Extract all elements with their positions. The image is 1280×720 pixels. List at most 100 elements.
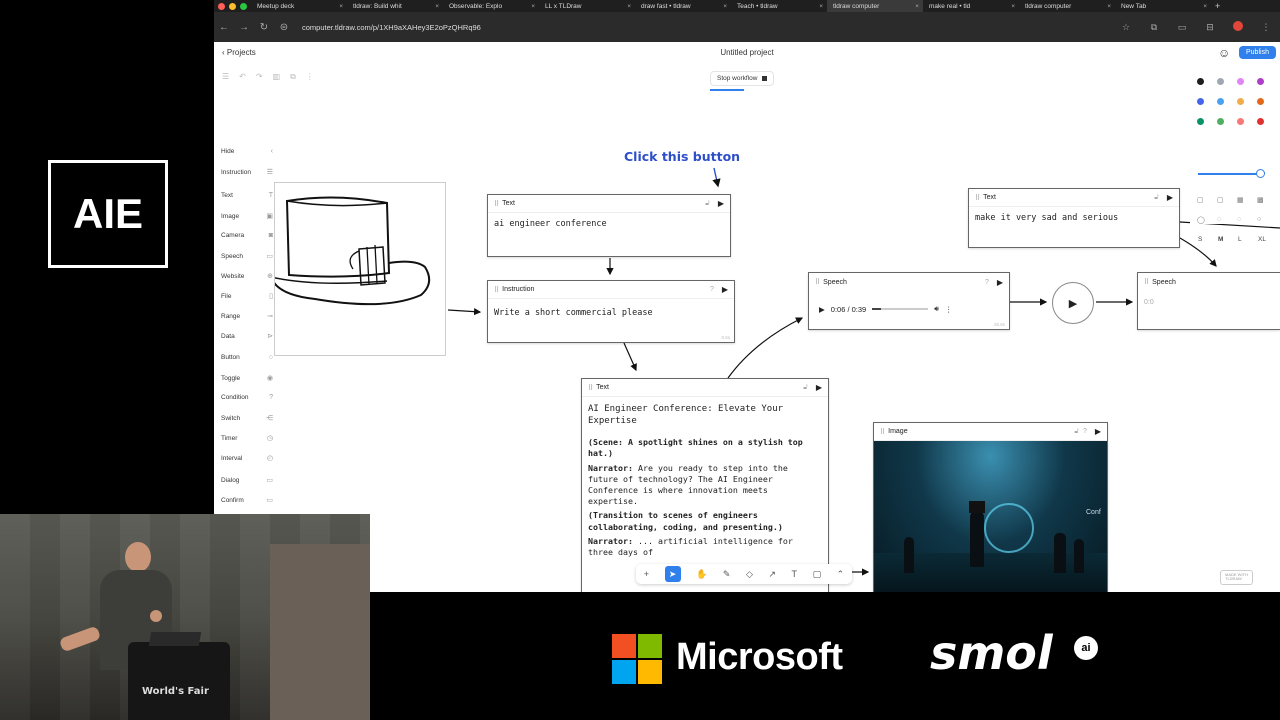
fill-solid-icon[interactable]: ▦ bbox=[1237, 196, 1244, 204]
play-icon[interactable]: ▶ bbox=[1167, 193, 1173, 202]
node-content[interactable]: AI Engineer Conference: Elevate Your Exp… bbox=[582, 397, 828, 567]
color-swatch[interactable] bbox=[1257, 78, 1264, 85]
browser-tab[interactable]: draw fast • tldraw × bbox=[635, 0, 731, 12]
sidepanel-icon[interactable]: ⊟ bbox=[1196, 22, 1224, 33]
help-icon[interactable]: ? bbox=[985, 279, 989, 286]
dash-solid-icon[interactable]: ○ bbox=[1257, 216, 1261, 223]
node-content[interactable]: make it very sad and serious bbox=[969, 207, 1179, 230]
play-icon[interactable]: ▶ bbox=[722, 285, 728, 294]
color-swatch[interactable] bbox=[1257, 118, 1264, 125]
site-info-icon[interactable]: ⊜ bbox=[274, 22, 294, 33]
sidebar-item-file[interactable]: File ▯ bbox=[221, 292, 273, 301]
sidebar-item-speech[interactable]: Speech ▭ bbox=[221, 252, 273, 261]
play-icon[interactable]: ▶ bbox=[718, 199, 724, 208]
hand-tool-icon[interactable]: ✋ bbox=[696, 569, 707, 580]
lock-icon[interactable]: 🔓︎ bbox=[803, 384, 808, 392]
browser-tab[interactable]: LL x TLDraw × bbox=[539, 0, 635, 12]
browser-tab[interactable]: Meetup deck × bbox=[251, 0, 347, 12]
sidebar-item-toggle[interactable]: Toggle ◉ bbox=[221, 374, 273, 383]
forward-icon[interactable]: → bbox=[234, 22, 254, 33]
sidebar-item-text[interactable]: Text T bbox=[221, 192, 273, 199]
drag-handle-icon[interactable]: ⠿ bbox=[494, 200, 499, 208]
drag-handle-icon[interactable]: ⠿ bbox=[1144, 278, 1149, 286]
dash-dotted-icon[interactable]: ◌ bbox=[1237, 216, 1241, 223]
sidebar-item-confirm[interactable]: Confirm ▭ bbox=[221, 496, 273, 505]
color-swatch[interactable] bbox=[1217, 118, 1224, 125]
sidebar-item-condition[interactable]: Condition? bbox=[221, 394, 273, 401]
tab-close-icon[interactable]: × bbox=[915, 3, 919, 10]
redo-icon[interactable]: ↷ bbox=[256, 72, 263, 82]
made-with-tldraw-badge[interactable]: MADE WITH TLDRAW bbox=[1220, 570, 1253, 585]
help-icon[interactable]: ? bbox=[710, 286, 714, 293]
node-content[interactable]: ai engineer conference bbox=[488, 213, 730, 236]
reload-icon[interactable]: ↻ bbox=[254, 22, 274, 33]
help-icon[interactable]: ? bbox=[1083, 428, 1087, 435]
color-swatch[interactable] bbox=[1237, 78, 1244, 85]
more-tool-icon[interactable]: ⌃ bbox=[837, 569, 845, 580]
frame-tool-icon[interactable]: ▢ bbox=[813, 569, 822, 580]
trash-icon[interactable]: ▥ bbox=[273, 72, 281, 82]
smiley-icon[interactable]: ☺ bbox=[1218, 46, 1230, 60]
speech-node-2[interactable]: ⠿ Speech 0:0 bbox=[1137, 272, 1280, 330]
play-button-node[interactable]: ▶ bbox=[1052, 282, 1094, 324]
dash-draw-icon[interactable]: ◯ bbox=[1197, 216, 1205, 224]
color-swatch[interactable] bbox=[1197, 118, 1204, 125]
tab-close-icon[interactable]: × bbox=[1107, 3, 1111, 10]
draw-tool-icon[interactable]: ✎ bbox=[723, 569, 731, 580]
sidebar-item-range[interactable]: Range ⊸ bbox=[221, 312, 273, 321]
audio-player[interactable]: ▶ 0:06 / 0:39 🔊︎ ⋮ bbox=[811, 297, 1007, 321]
lock-icon[interactable]: 🔓︎ bbox=[1074, 428, 1079, 436]
sidebar-hide[interactable]: Hide ‹ bbox=[221, 148, 273, 155]
speech-node-1[interactable]: ⠿ Speech ? ▶ ▶ 0:06 / 0:39 🔊︎ ⋮ 26.6s bbox=[808, 272, 1010, 330]
audio-scrubber[interactable] bbox=[872, 308, 929, 310]
select-tool-icon[interactable]: ➤ bbox=[664, 566, 681, 582]
drag-handle-icon[interactable]: ⠿ bbox=[588, 384, 593, 392]
color-swatch[interactable] bbox=[1197, 98, 1204, 105]
instruction-node[interactable]: ⠿ Instruction ? ▶ Write a short commerci… bbox=[487, 280, 735, 343]
new-tab-icon[interactable]: + bbox=[1215, 1, 1220, 11]
drag-handle-icon[interactable]: ⠿ bbox=[815, 278, 820, 286]
text-node-output[interactable]: ⠿ Text 🔓︎ ▶ AI Engineer Conference: Elev… bbox=[581, 378, 829, 592]
bookmark-icon[interactable]: ☆ bbox=[1112, 22, 1140, 33]
sidebar-item-camera[interactable]: Camera ◙ bbox=[221, 232, 273, 239]
sidebar-item-data[interactable]: Data ⊳ bbox=[221, 332, 273, 341]
color-swatch[interactable] bbox=[1237, 118, 1244, 125]
size-option-s[interactable]: S bbox=[1198, 236, 1202, 243]
text-node-style[interactable]: ⠿ Text 🔓︎ ▶ make it very sad and serious bbox=[968, 188, 1180, 248]
opacity-slider-handle[interactable] bbox=[1256, 169, 1265, 178]
fill-pattern-icon[interactable]: ▩ bbox=[1257, 196, 1264, 204]
lock-icon[interactable]: 🔓︎ bbox=[705, 200, 710, 208]
size-option-l[interactable]: L bbox=[1238, 236, 1242, 243]
browser-tab[interactable]: tldraw: Build whit × bbox=[347, 0, 443, 12]
zoom-window-icon[interactable] bbox=[240, 2, 247, 10]
add-tool-icon[interactable]: + bbox=[644, 569, 649, 579]
audio-play-icon[interactable]: ▶ bbox=[819, 305, 825, 314]
image-node[interactable]: ⠿ Image 🔓︎ ? ▶ Conf bbox=[873, 422, 1108, 592]
undo-icon[interactable]: ↶ bbox=[239, 72, 246, 82]
text-tool-icon[interactable]: T bbox=[792, 569, 798, 579]
dash-dashed-icon[interactable]: ◌ bbox=[1217, 216, 1221, 223]
menu-icon[interactable]: ☰ bbox=[222, 72, 229, 82]
sidebar-item-switch[interactable]: Switch ⋲ bbox=[221, 414, 273, 423]
sidebar-item-timer[interactable]: Timer ◷ bbox=[221, 434, 273, 443]
browser-tab[interactable]: Teach • tldraw × bbox=[731, 0, 827, 12]
color-swatch[interactable] bbox=[1257, 98, 1264, 105]
sidebar-item-image[interactable]: Image ▣ bbox=[221, 212, 273, 221]
drawing-frame[interactable] bbox=[270, 182, 446, 356]
sidebar-item-dialog[interactable]: Dialog ▭ bbox=[221, 476, 273, 485]
tab-close-icon[interactable]: × bbox=[819, 3, 823, 10]
tab-close-icon[interactable]: × bbox=[723, 3, 727, 10]
tab-close-icon[interactable]: × bbox=[1203, 3, 1207, 10]
duplicate-icon[interactable]: ⧉ bbox=[290, 72, 296, 82]
audio-menu-icon[interactable]: ⋮ bbox=[945, 305, 953, 314]
sidebar-item-interval[interactable]: Interval ◴ bbox=[221, 454, 273, 463]
browser-tab[interactable]: New Tab × bbox=[1115, 0, 1211, 12]
menu-icon[interactable]: ⋮ bbox=[1252, 22, 1280, 33]
color-swatch[interactable] bbox=[1217, 98, 1224, 105]
play-icon[interactable]: ▶ bbox=[997, 278, 1003, 287]
tab-close-icon[interactable]: × bbox=[1011, 3, 1015, 10]
stop-workflow-button[interactable]: Stop workflow bbox=[710, 71, 775, 86]
node-content[interactable]: Write a short commercial please bbox=[488, 299, 734, 325]
fill-none-icon[interactable]: ▢ bbox=[1197, 196, 1204, 204]
color-swatch[interactable] bbox=[1237, 98, 1244, 105]
